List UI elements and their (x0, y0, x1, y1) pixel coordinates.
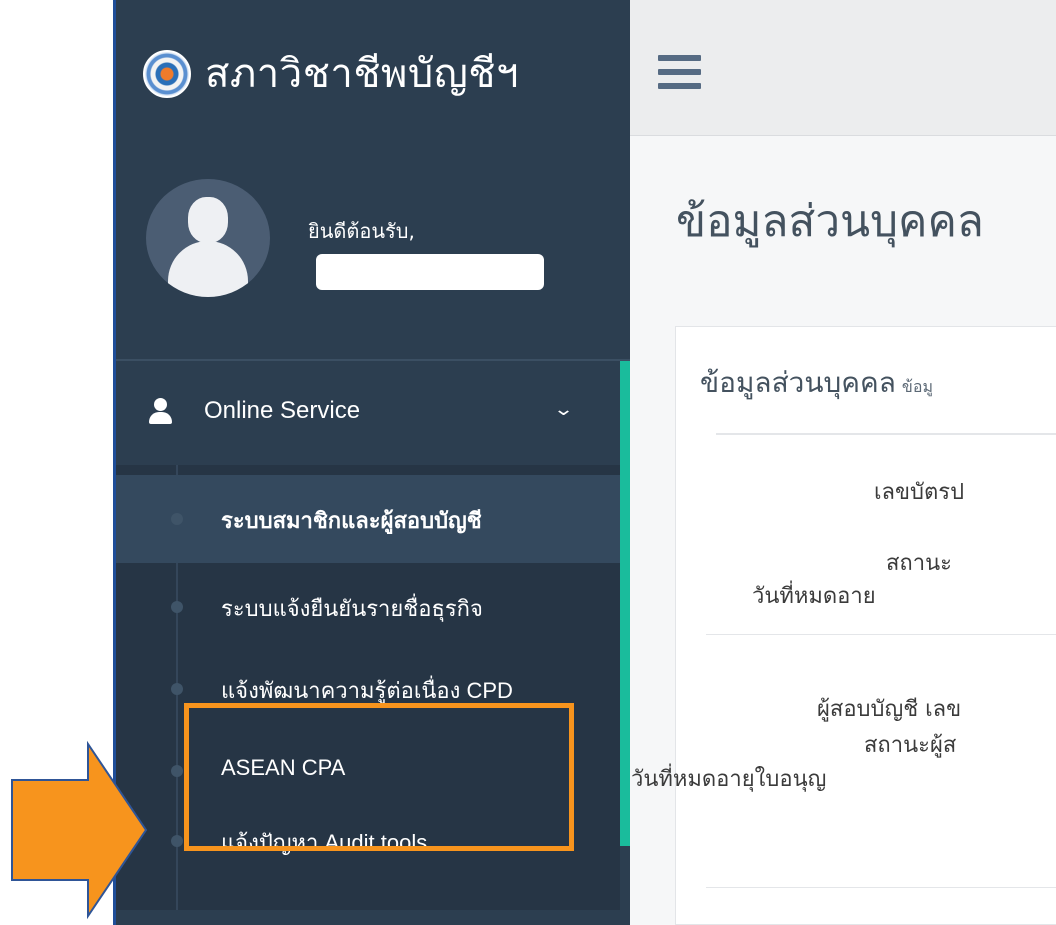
bullet-icon (171, 601, 183, 613)
submenu-item-members[interactable]: ระบบสมาชิกและผู้สอบบัญชี (116, 475, 620, 563)
chevron-down-icon: ⌄ (552, 399, 575, 420)
page-title: ข้อมูลส่วนบุคคล (676, 196, 984, 247)
panel-title: ข้อมูลส่วนบุคคล ข้อมู (700, 361, 933, 405)
bullet-icon (171, 835, 183, 847)
welcome-text: ยินดีต้อนรับ, (308, 219, 415, 243)
panel-title-text: ข้อมูลส่วนบุคคล (700, 366, 896, 399)
brand[interactable]: สภาวิชาชีพบัญชีฯ (143, 44, 519, 104)
menu-online-service[interactable]: Online Service ⌄ (116, 361, 620, 465)
submenu-item-business-confirm[interactable]: ระบบแจ้งยืนยันรายชื่อธุรกิจ (116, 563, 620, 651)
brand-name: สภาวิชาชีพบัญชีฯ (205, 51, 519, 97)
submenu-item-label: ระบบแจ้งยืนยันรายชื่อธุรกิจ (221, 596, 483, 621)
menu-header-label: Online Service (204, 397, 361, 424)
row-divider (706, 634, 1056, 635)
panel-subtitle: ข้อมู (901, 377, 934, 396)
bullet-icon (171, 513, 183, 525)
panel-divider (716, 433, 1056, 435)
brand-logo-icon (143, 50, 191, 98)
bullet-icon (171, 765, 183, 777)
field-auditor-number: ผู้สอบบัญชี เลข (817, 697, 962, 722)
field-auditor-status: สถานะผู้ส (864, 733, 957, 758)
highlight-box (184, 703, 574, 851)
field-id-card: เลขบัตรป (874, 480, 965, 505)
profile-panel: ข้อมูลส่วนบุคคล ข้อมู เลขบัตรป สถานะ วันท… (631, 326, 1056, 925)
hamburger-menu-icon[interactable] (658, 55, 701, 89)
row-divider (706, 887, 1056, 888)
redacted-username (316, 254, 544, 290)
user-icon (149, 398, 172, 426)
field-license-expiry: วันที่หมดอายุใบอนุญ (631, 767, 827, 792)
top-bar (630, 0, 1056, 136)
pointer-arrow-icon (11, 740, 148, 920)
avatar (146, 179, 270, 297)
sidebar: สภาวิชาชีพบัญชีฯ ยินดีต้อนรับ, Online Se… (113, 0, 630, 925)
main-content: ข้อมูลส่วนบุคคล ข้อมูลส่วนบุคคล ข้อมู เลข… (630, 136, 1056, 925)
field-expiry: วันที่หมดอาย (752, 584, 876, 609)
submenu-item-label: ระบบสมาชิกและผู้สอบบัญชี (221, 508, 482, 533)
bullet-icon (171, 683, 183, 695)
active-accent-bar (620, 361, 630, 846)
field-status: สถานะ (886, 551, 952, 576)
